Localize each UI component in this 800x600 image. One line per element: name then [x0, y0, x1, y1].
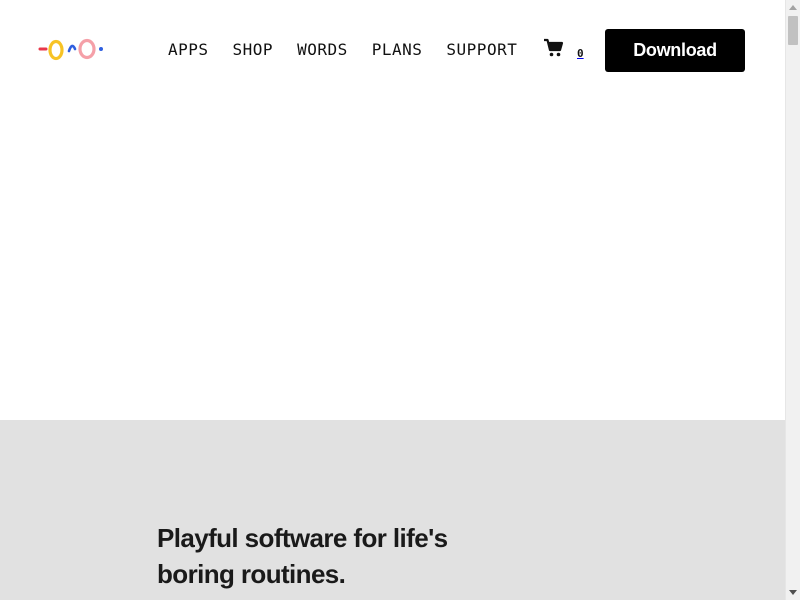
scroll-up-arrow-icon[interactable]	[789, 5, 797, 10]
cart-link[interactable]: 0	[543, 38, 584, 60]
scrollbar-thumb[interactable]	[788, 16, 798, 45]
site-header: APPS SHOP WORDS PLANS SUPPORT 0 Download	[0, 0, 785, 100]
nav-shop[interactable]: SHOP	[233, 40, 274, 60]
hero-tagline: Playful software for life's boring routi…	[157, 523, 448, 589]
nav-apps[interactable]: APPS	[168, 40, 209, 60]
scroll-down-arrow-icon[interactable]	[789, 590, 797, 595]
page: APPS SHOP WORDS PLANS SUPPORT 0 Download…	[0, 0, 785, 600]
colorful-squiggle-logo-icon	[38, 38, 103, 61]
logo-link[interactable]	[38, 36, 106, 64]
nav-plans[interactable]: PLANS	[372, 40, 423, 60]
main-nav: APPS SHOP WORDS PLANS SUPPORT	[168, 40, 541, 60]
hero-image-area	[0, 100, 785, 420]
nav-support[interactable]: SUPPORT	[446, 40, 517, 60]
download-button[interactable]: Download	[605, 29, 745, 72]
nav-words[interactable]: WORDS	[297, 40, 348, 60]
cart-icon	[544, 38, 564, 57]
vertical-scrollbar[interactable]	[785, 0, 800, 600]
cart-count: 0	[577, 47, 584, 60]
hero-section: Playful software for life's boring routi…	[0, 420, 785, 600]
